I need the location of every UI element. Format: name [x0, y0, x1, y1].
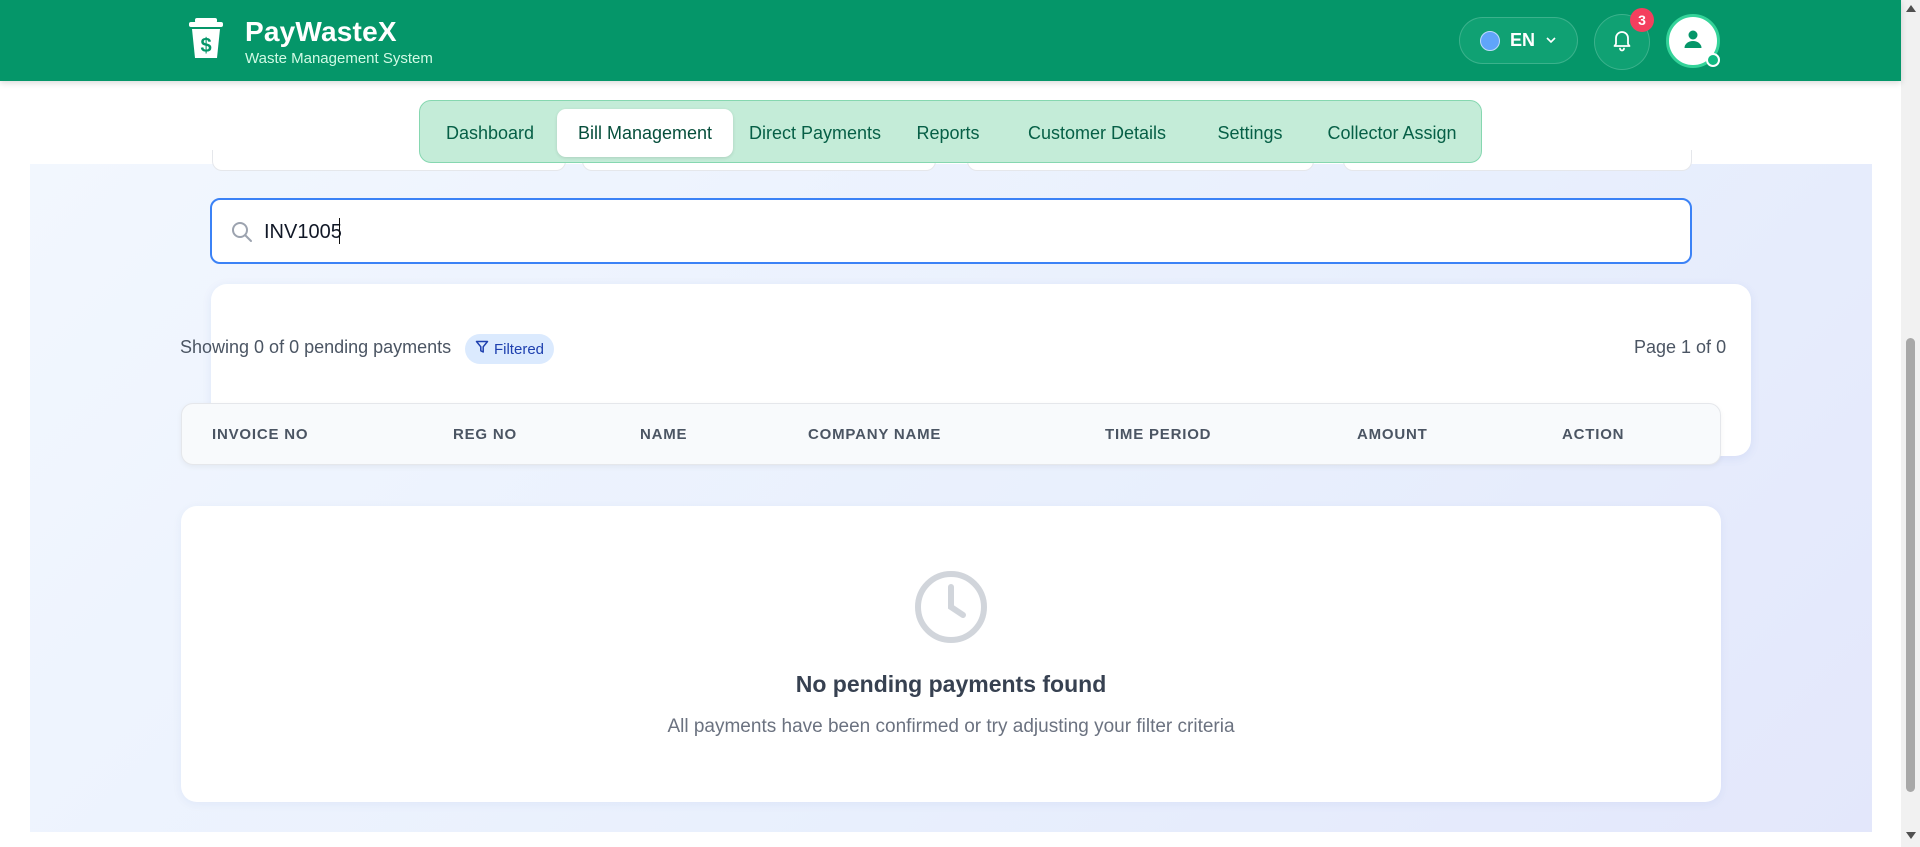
- results-count-text: Showing 0 of 0 pending payments: [180, 337, 452, 357]
- column-header-name: NAME: [640, 426, 688, 443]
- empty-state-title: No pending payments found: [795, 671, 1107, 697]
- column-header-reg-no: REG NO: [453, 426, 517, 443]
- bell-icon: [1610, 28, 1634, 57]
- brand-subtitle: Waste Management System: [245, 50, 433, 67]
- language-label: EN: [1509, 30, 1535, 50]
- chevron-down-icon: [1545, 30, 1557, 51]
- scroll-down-arrow-icon[interactable]: [1906, 832, 1916, 839]
- filter-icon: [475, 340, 489, 358]
- tab-direct-payments[interactable]: Direct Payments: [738, 109, 892, 157]
- column-header-amount: AMOUNT: [1357, 426, 1428, 443]
- text-cursor: [339, 218, 340, 244]
- trash-bin-logo-icon: $: [183, 15, 229, 61]
- empty-state-card: No pending payments found All payments h…: [181, 506, 1721, 802]
- language-selector[interactable]: EN: [1459, 17, 1578, 64]
- online-status-dot: [1706, 53, 1720, 67]
- top-header: $ PayWasteX Waste Management System EN 3: [0, 0, 1901, 81]
- tab-reports[interactable]: Reports: [896, 109, 1000, 157]
- filtered-chip[interactable]: Filtered: [465, 334, 554, 364]
- main-nav-tabs: Dashboard Bill Management Direct Payment…: [419, 100, 1482, 163]
- pagination-info: Page 1 of 0: [1634, 337, 1727, 357]
- empty-state-description: All payments have been confirmed or try …: [667, 716, 1235, 737]
- user-icon: [1681, 27, 1705, 56]
- column-header-company-name: COMPANY NAME: [808, 426, 942, 443]
- search-icon: [230, 220, 254, 249]
- scroll-up-arrow-icon[interactable]: [1906, 5, 1916, 12]
- table-header: INVOICE NO REG NO NAME COMPANY NAME TIME…: [181, 403, 1721, 465]
- page-scrollbar[interactable]: [1901, 0, 1920, 847]
- column-header-invoice-no: INVOICE NO: [212, 426, 309, 443]
- column-header-time-period: TIME PERIOD: [1105, 426, 1212, 443]
- search-box[interactable]: [210, 198, 1692, 264]
- tab-collector-assign[interactable]: Collector Assign: [1310, 109, 1474, 157]
- notification-count-badge: 3: [1630, 8, 1654, 32]
- search-input[interactable]: [262, 212, 1666, 252]
- filtered-label: Filtered: [493, 340, 545, 358]
- globe-icon: [1479, 30, 1500, 51]
- brand-title: PayWasteX: [245, 16, 397, 47]
- tab-settings[interactable]: Settings: [1194, 109, 1306, 157]
- tab-customer-details[interactable]: Customer Details: [1004, 109, 1190, 157]
- tab-dashboard[interactable]: Dashboard: [428, 109, 552, 157]
- clock-icon: [912, 568, 990, 651]
- scrollbar-thumb[interactable]: [1906, 338, 1915, 792]
- column-header-action: ACTION: [1562, 426, 1625, 443]
- svg-text:$: $: [200, 35, 211, 57]
- tab-bill-management[interactable]: Bill Management: [557, 109, 733, 157]
